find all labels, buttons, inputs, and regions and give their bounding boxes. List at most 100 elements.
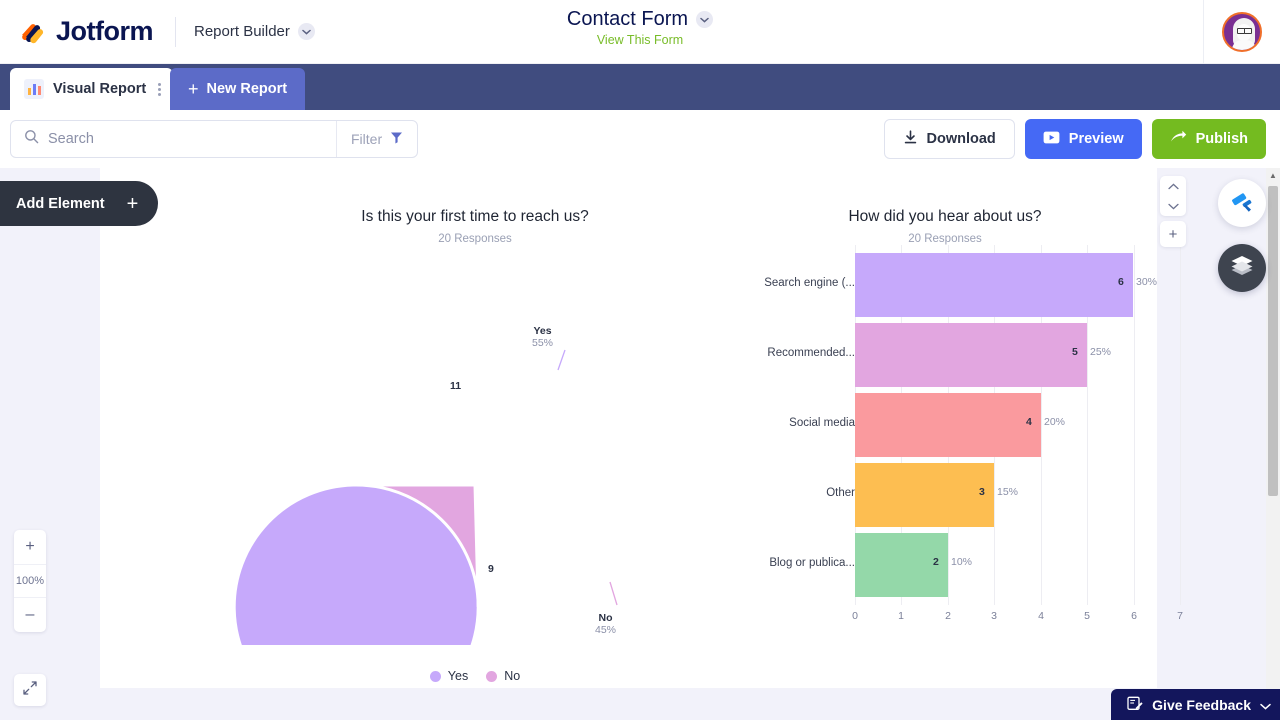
bar-row[interactable]: Search engine (... 6 30% (740, 245, 1157, 325)
tab-options-icon[interactable] (155, 82, 162, 96)
search-group: Filter (10, 120, 419, 158)
plus-icon: + (1168, 225, 1178, 243)
pie-label-yes: Yes 55% (532, 325, 554, 349)
pie-leader-yes (557, 349, 566, 371)
pie-label-no: No 45% (595, 612, 617, 636)
filter-button[interactable]: Filter (336, 121, 417, 157)
bar-row[interactable]: Social media 4 20% (740, 385, 1150, 465)
search-box[interactable] (11, 129, 336, 149)
page-title: Contact Form (566, 8, 689, 30)
bar-chart-icon (24, 79, 44, 99)
legend-dot-no (486, 670, 498, 682)
add-row-button[interactable]: + (1160, 221, 1186, 247)
bar-percent: 30% (1136, 276, 1158, 288)
theme-designer-button[interactable] (1218, 179, 1266, 227)
publish-label: Publish (1195, 131, 1248, 147)
layers-button[interactable] (1218, 244, 1266, 292)
filter-icon (390, 131, 403, 147)
pie-value-no: 9 (488, 563, 494, 575)
legend-dot-yes (429, 670, 441, 682)
add-element-button[interactable]: Add Element + (0, 181, 159, 226)
zoom-out-button[interactable]: – (14, 598, 46, 632)
x-tick: 1 (898, 610, 904, 622)
legend-item[interactable]: Yes (429, 669, 469, 683)
scrollbar-thumb[interactable] (1268, 186, 1278, 496)
x-tick: 0 (852, 610, 858, 622)
x-tick: 2 (945, 610, 951, 622)
search-icon (24, 129, 39, 149)
bar-category-label: Blog or publica... (769, 557, 855, 569)
move-up-button[interactable] (1160, 176, 1186, 196)
bar-value: 6 (1118, 276, 1124, 288)
report-canvas: Is this your first time to reach us? 20 … (0, 168, 1280, 720)
bar-category-label: Recommended... (767, 347, 855, 359)
bar-rect[interactable] (855, 323, 1087, 387)
bar-percent: 15% (997, 486, 1019, 498)
pie-value-yes: 11 (450, 380, 462, 392)
bar-rect[interactable] (855, 253, 1133, 317)
toolbar-actions: Download Preview Publish (883, 119, 1266, 159)
avatar[interactable] (1222, 12, 1262, 52)
canvas-scrollbar[interactable]: ▲ ▼ (1266, 168, 1280, 720)
bar-percent: 10% (951, 556, 973, 568)
view-this-form-link[interactable]: View This Form (0, 33, 1280, 47)
bar-rect[interactable] (855, 393, 1041, 457)
x-tick: 3 (991, 610, 997, 622)
legend-label: Yes (447, 669, 469, 683)
chart-pie-first-time[interactable]: Is this your first time to reach us? 20 … (210, 208, 740, 720)
bar-value: 3 (979, 486, 985, 498)
paint-roller-icon (1229, 188, 1255, 219)
bar-value: 4 (1026, 416, 1032, 428)
form-title-block: Contact Form View This Form (0, 8, 1280, 47)
search-input[interactable] (48, 131, 326, 147)
feedback-note-icon (1127, 696, 1143, 714)
share-arrow-icon (1170, 130, 1187, 148)
layers-icon (1230, 255, 1254, 282)
legend-label: No (504, 669, 521, 683)
new-report-button[interactable]: + New Report (170, 68, 306, 110)
bar-percent: 20% (1044, 416, 1066, 428)
download-icon (903, 129, 918, 149)
download-button[interactable]: Download (883, 119, 1015, 159)
filter-label: Filter (351, 131, 383, 147)
plus-icon: + (126, 192, 139, 215)
add-element-label: Add Element (16, 195, 105, 212)
publish-button[interactable]: Publish (1151, 119, 1266, 159)
chevron-down-icon[interactable] (696, 11, 714, 28)
bar-category-label: Social media (789, 417, 855, 429)
x-tick: 4 (1038, 610, 1044, 622)
bar-row[interactable]: Recommended... 5 25% (740, 315, 1150, 395)
zoom-control: + 100% – (14, 530, 46, 632)
bar-value: 2 (933, 556, 939, 568)
bar-percent: 25% (1090, 346, 1112, 358)
play-icon (1043, 130, 1060, 149)
zoom-level-label: 100% (14, 564, 46, 598)
account-area (1203, 0, 1280, 64)
give-feedback-button[interactable]: Give Feedback (1111, 689, 1280, 720)
pie-leader-no (609, 581, 618, 606)
preview-button[interactable]: Preview (1024, 119, 1142, 159)
form-title-menu[interactable]: Contact Form (566, 8, 714, 31)
bar-row[interactable]: Other 3 15% (740, 455, 1150, 535)
pie-chart-subtitle: 20 Responses (438, 233, 512, 245)
tab-visual-report-label: Visual Report (53, 81, 147, 97)
zoom-in-button[interactable]: + (14, 530, 46, 564)
legend-item[interactable]: No (486, 669, 520, 683)
gridline (1180, 245, 1181, 605)
tab-visual-report[interactable]: Visual Report (10, 68, 174, 110)
fit-to-screen-button[interactable] (14, 674, 46, 706)
x-tick: 5 (1084, 610, 1090, 622)
pie-chart-svg (232, 349, 618, 720)
move-down-button[interactable] (1160, 196, 1186, 216)
pie-chart-title: Is this your first time to reach us? (361, 208, 589, 225)
chevron-down-icon[interactable] (1260, 697, 1271, 713)
scroll-up-arrow[interactable]: ▲ (1266, 168, 1280, 182)
download-label: Download (926, 131, 996, 147)
bar-category-label: Other (826, 487, 855, 499)
feedback-label: Give Feedback (1152, 696, 1251, 713)
bar-row[interactable]: Blog or publica... 2 10% (740, 525, 1150, 605)
app-header: Jotform Report Builder Contact Form View… (0, 0, 1280, 64)
avatar-body (1232, 40, 1256, 50)
bar-rect[interactable] (855, 463, 994, 527)
chart-bar-how-did-you-hear[interactable]: How did you hear about us? 20 Responses … (740, 208, 1183, 645)
